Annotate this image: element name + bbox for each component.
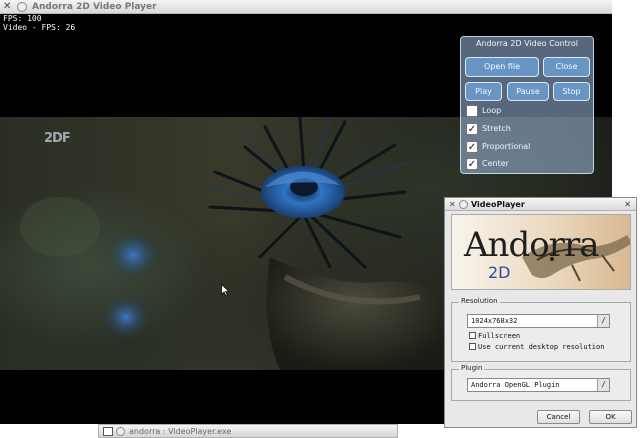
ok-button[interactable]: OK <box>589 410 632 424</box>
check-icon: ✓ <box>467 124 477 135</box>
resolution-group-label: Resolution <box>459 297 500 305</box>
center-checkbox[interactable]: ✓ <box>466 158 478 170</box>
plugin-value: Andorra OpenGL Plugin <box>471 381 560 389</box>
loop-checkbox[interactable] <box>466 105 478 117</box>
dialog-titlebar[interactable]: ✕ VideoPlayer ✕ <box>445 198 636 211</box>
main-window-title: Andorra 2D Video Player <box>32 2 157 12</box>
stop-button[interactable]: Stop <box>553 82 590 101</box>
main-window-titlebar[interactable]: ✕ Andorra 2D Video Player <box>0 0 612 14</box>
loop-label: Loop <box>482 106 502 115</box>
fullscreen-checkbox[interactable] <box>469 332 476 339</box>
logo-2d: 2D <box>488 263 511 282</box>
taskbar-entry[interactable]: andorra : VideoPlayer.exe <box>98 424 398 438</box>
dialog-title: VideoPlayer <box>471 200 525 209</box>
fullscreen-label: Fullscreen <box>478 332 521 340</box>
close-video-button[interactable]: Close <box>543 57 590 77</box>
resolution-select[interactable]: 1024x768x32 / <box>467 314 610 328</box>
desktop-resolution-label: Use current desktop resolution <box>478 343 605 351</box>
dialog-menu-icon[interactable]: ✕ <box>449 199 456 210</box>
proportional-checkbox[interactable]: ✓ <box>466 141 478 153</box>
plugin-group-label: Plugin <box>459 364 485 372</box>
logo-word: Andorra <box>464 225 599 265</box>
check-icon: ✓ <box>467 159 477 170</box>
stretch-checkbox[interactable]: ✓ <box>466 123 478 135</box>
videoplayer-dialog: ✕ VideoPlayer ✕ Andorra 2D Resolution 10… <box>444 197 637 428</box>
open-file-button[interactable]: Open file <box>465 57 539 77</box>
channel-logo: 2DF <box>44 131 71 146</box>
window-menu-icon[interactable] <box>459 200 468 209</box>
pause-button[interactable]: Pause <box>507 82 549 101</box>
dropdown-icon[interactable]: / <box>597 379 609 391</box>
proportional-label: Proportional <box>482 142 531 151</box>
close-icon[interactable]: ✕ <box>624 198 631 211</box>
window-menu-icon[interactable] <box>17 2 27 12</box>
play-button[interactable]: Play <box>465 82 502 101</box>
desktop-resolution-checkbox[interactable] <box>469 343 476 350</box>
stretch-label: Stretch <box>482 124 511 133</box>
andorra-logo: Andorra 2D <box>451 214 631 290</box>
video-control-panel: Andorra 2D Video Control Open file Close… <box>460 36 594 174</box>
center-label: Center <box>482 159 509 168</box>
dropdown-icon[interactable]: / <box>597 315 609 327</box>
video-control-title: Andorra 2D Video Control <box>475 39 579 48</box>
mouse-pointer-icon <box>221 284 230 297</box>
taskbar-title: andorra : VideoPlayer.exe <box>129 427 232 436</box>
cancel-button[interactable]: Cancel <box>537 410 580 424</box>
plugin-select[interactable]: Andorra OpenGL Plugin / <box>467 378 610 392</box>
window-menu-icon[interactable] <box>116 427 125 436</box>
video-fps-readout: Video - FPS: 26 <box>3 23 76 32</box>
terminal-icon <box>103 427 113 436</box>
close-icon[interactable]: ✕ <box>3 0 11 14</box>
check-icon: ✓ <box>467 142 477 153</box>
resolution-value: 1024x768x32 <box>471 317 518 325</box>
